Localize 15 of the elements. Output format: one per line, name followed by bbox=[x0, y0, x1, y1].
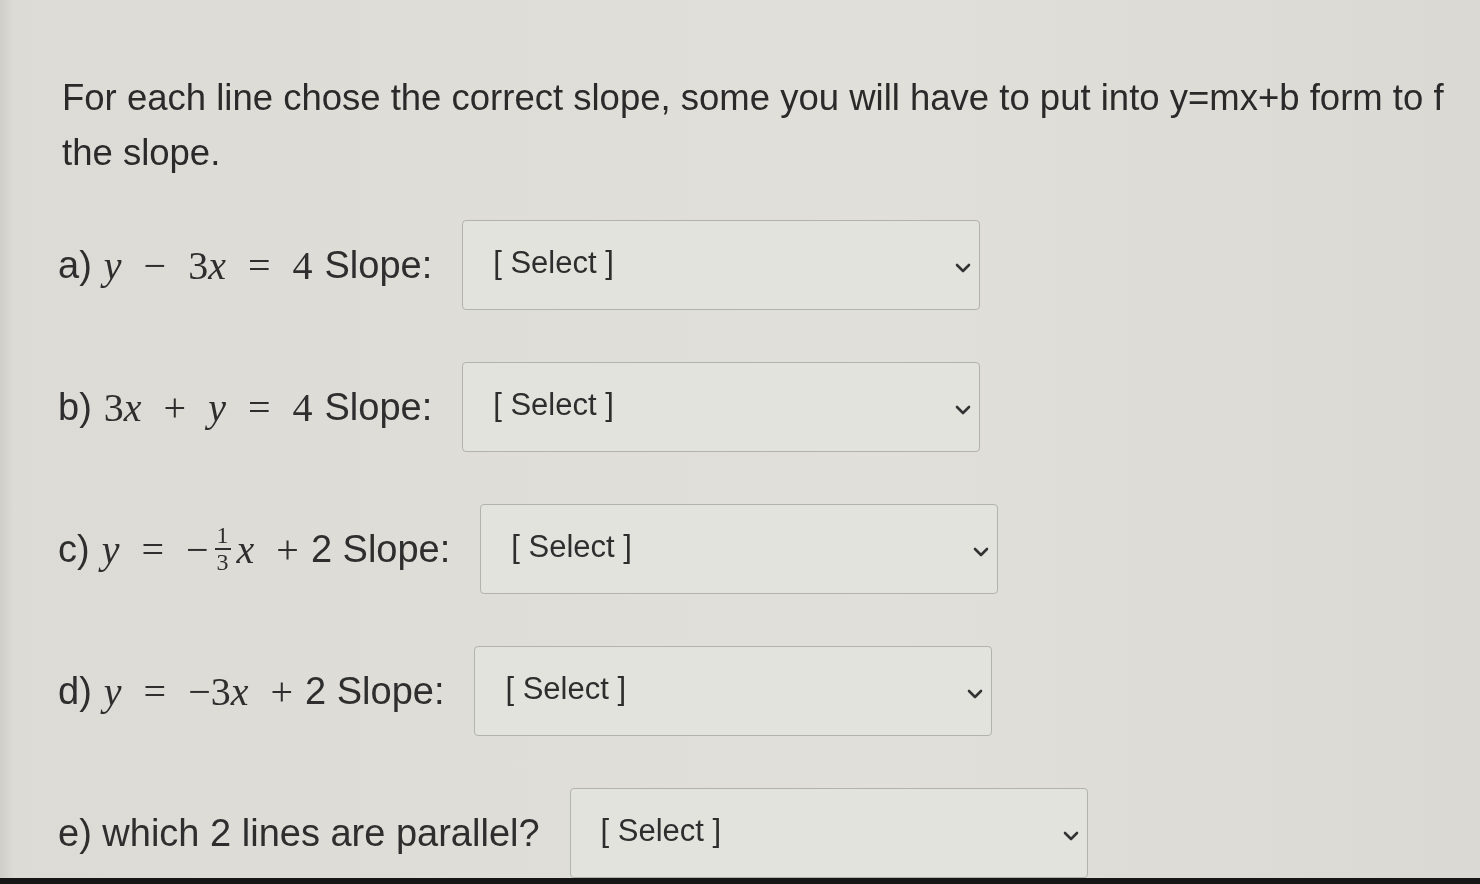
chevron-down-icon bbox=[967, 689, 984, 699]
select-dropdown[interactable]: [ Select ] bbox=[474, 646, 993, 736]
question-label: b) 3x + y = 4 Slope: bbox=[58, 383, 433, 431]
select-dropdown[interactable]: [ Select ] bbox=[569, 788, 1088, 878]
question-label: d) y = −3x + 2 Slope: bbox=[58, 667, 445, 715]
select-dropdown[interactable]: [ Select ] bbox=[462, 362, 981, 452]
chevron-down-icon bbox=[1062, 831, 1079, 841]
chevron-down-icon bbox=[973, 547, 990, 557]
question-label: a) y − 3x = 4 Slope: bbox=[58, 241, 433, 289]
chevron-down-icon bbox=[955, 405, 972, 415]
instructions-text: For each line chose the correct slope, some you will have to put into y=mx+b form to f the slope. bbox=[62, 76, 1444, 175]
select-dropdown[interactable]: [ Select ] bbox=[480, 504, 999, 594]
chevron-down-icon bbox=[955, 263, 972, 273]
question-label: e) which 2 lines are parallel? bbox=[58, 811, 540, 855]
select-dropdown[interactable]: [ Select ] bbox=[462, 220, 981, 310]
